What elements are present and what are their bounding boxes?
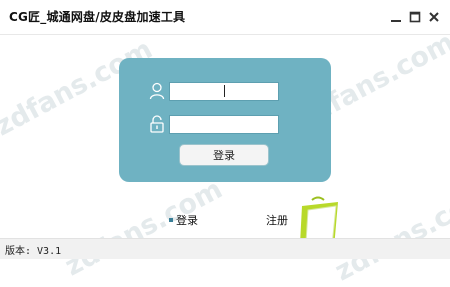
login-button[interactable]: 登录 xyxy=(179,144,269,166)
app-title: CG匠_城通网盘/皮皮盘加速工具 xyxy=(9,10,186,24)
title-bar: CG匠_城通网盘/皮皮盘加速工具 xyxy=(0,0,450,35)
bullet-icon xyxy=(169,218,173,222)
password-input[interactable] xyxy=(169,115,279,134)
close-icon xyxy=(429,12,439,22)
watermark-text: zdfans.com xyxy=(330,178,450,287)
maximize-button[interactable] xyxy=(405,7,425,27)
text-cursor xyxy=(224,85,225,97)
login-link[interactable]: 登录 xyxy=(169,212,198,228)
login-panel: 登录 xyxy=(119,58,331,182)
close-button[interactable] xyxy=(424,7,444,27)
version-label: 版本: V3.1 xyxy=(5,246,62,257)
status-bar: 版本: V3.1 xyxy=(0,238,450,259)
watermark-text: zdfans.com xyxy=(60,173,228,283)
register-link-label: 注册 xyxy=(266,214,288,227)
user-icon xyxy=(149,82,165,100)
minimize-icon xyxy=(391,20,401,22)
unlock-icon xyxy=(150,115,164,133)
register-link[interactable]: 注册 xyxy=(266,212,288,228)
minimize-button[interactable] xyxy=(386,7,406,27)
login-link-label: 登录 xyxy=(176,214,198,227)
maximize-icon xyxy=(409,11,421,23)
